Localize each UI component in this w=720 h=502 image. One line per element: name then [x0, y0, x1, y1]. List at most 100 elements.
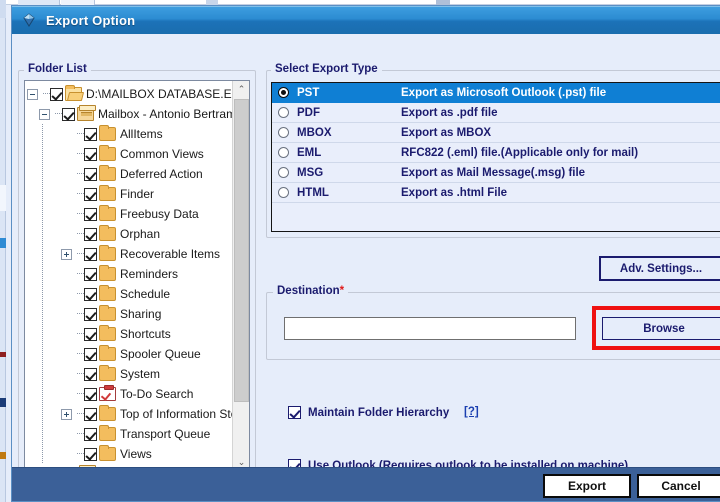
- folder-tree-vertical-scrollbar[interactable]: ⌃ ⌄: [232, 81, 249, 471]
- expand-icon[interactable]: [61, 249, 72, 260]
- tree-guide-dots: [40, 84, 50, 104]
- background-window-edge: [0, 0, 6, 502]
- tree-item[interactable]: Sharing: [27, 304, 234, 324]
- export-type-radio[interactable]: [278, 187, 289, 198]
- tree-item[interactable]: Freebusy Data: [27, 204, 234, 224]
- cancel-button[interactable]: Cancel: [637, 474, 720, 498]
- tree-item[interactable]: Reminders: [27, 264, 234, 284]
- export-option-window: Export Option Folder List D:\MAILBOX DAT…: [11, 5, 720, 502]
- todo-icon: [99, 387, 116, 401]
- scroll-up-icon[interactable]: ⌃: [233, 81, 250, 98]
- tree-item-checkbox[interactable]: [84, 228, 97, 241]
- adv-settings-button[interactable]: Adv. Settings...: [599, 256, 720, 281]
- tree-item-checkbox[interactable]: [84, 148, 97, 161]
- export-button[interactable]: Export: [543, 474, 631, 498]
- tree-item-checkbox[interactable]: [84, 128, 97, 141]
- tree-guide-line: [39, 364, 49, 384]
- tree-item[interactable]: Schedule: [27, 284, 234, 304]
- folder-icon: [99, 267, 116, 281]
- folder-icon: [99, 287, 116, 301]
- collapse-icon[interactable]: [39, 109, 50, 120]
- export-type-row[interactable]: MSGExport as Mail Message(.msg) file: [272, 163, 720, 183]
- tree-item-checkbox[interactable]: [62, 108, 75, 121]
- maintain-folder-hierarchy-checkbox[interactable]: [288, 406, 301, 419]
- tree-item-checkbox[interactable]: [84, 248, 97, 261]
- tree-item[interactable]: To-Do Search: [27, 384, 234, 404]
- export-type-radio[interactable]: [278, 147, 289, 158]
- tree-item-checkbox[interactable]: [84, 408, 97, 421]
- tree-guide-dots: [74, 204, 84, 224]
- tree-item-label: Reminders: [116, 267, 178, 281]
- tree-item-label: D:\MAILBOX DATABASE.EDB: [82, 87, 234, 101]
- export-type-row[interactable]: MBOXExport as MBOX: [272, 123, 720, 143]
- tree-item-checkbox[interactable]: [84, 208, 97, 221]
- folder-tree[interactable]: D:\MAILBOX DATABASE.EDB Mailbox - Antonio…: [25, 81, 234, 471]
- bg-strip-2: [0, 185, 6, 211]
- tree-item[interactable]: Deferred Action: [27, 164, 234, 184]
- export-type-radio[interactable]: [278, 167, 289, 178]
- bg-strip-6: [0, 452, 6, 459]
- tree-item-label: Freebusy Data: [116, 207, 199, 221]
- export-type-radio[interactable]: [278, 127, 289, 138]
- tree-item-checkbox[interactable]: [84, 448, 97, 461]
- tree-item-checkbox[interactable]: [84, 328, 97, 341]
- tree-item[interactable]: Spooler Queue: [27, 344, 234, 364]
- folder-icon: [99, 207, 116, 221]
- export-type-list-filler: [272, 203, 720, 229]
- tree-item-checkbox[interactable]: [84, 348, 97, 361]
- export-type-code: PST: [297, 87, 401, 99]
- tree-item-checkbox[interactable]: [84, 388, 97, 401]
- tree-item-checkbox[interactable]: [84, 168, 97, 181]
- tree-item[interactable]: Finder: [27, 184, 234, 204]
- tree-item-checkbox[interactable]: [84, 428, 97, 441]
- folder-list-legend: Folder List: [24, 63, 91, 75]
- export-type-row[interactable]: EMLRFC822 (.eml) file.(Applicable only f…: [272, 143, 720, 163]
- collapse-icon[interactable]: [27, 89, 38, 100]
- tree-item-checkbox[interactable]: [50, 88, 63, 101]
- tree-item[interactable]: Recoverable Items: [27, 244, 234, 264]
- required-marker: *: [340, 285, 344, 297]
- folder-icon: [99, 367, 116, 381]
- tree-guide-dots: [74, 424, 84, 444]
- export-type-code: HTML: [297, 187, 401, 199]
- tree-item[interactable]: System: [27, 364, 234, 384]
- tree-item[interactable]: AllItems: [27, 124, 234, 144]
- tree-guide-line: [39, 204, 49, 224]
- export-type-row[interactable]: PSTExport as Microsoft Outlook (.pst) fi…: [272, 83, 720, 103]
- vertical-scroll-thumb[interactable]: [234, 99, 249, 402]
- tree-item-checkbox[interactable]: [84, 308, 97, 321]
- tree-item[interactable]: Mailbox - Antonio Bertram: [27, 104, 234, 124]
- tree-guide-line: [39, 304, 49, 324]
- tree-item[interactable]: Common Views: [27, 144, 234, 164]
- tree-item-checkbox[interactable]: [84, 288, 97, 301]
- tree-item-checkbox[interactable]: [84, 268, 97, 281]
- export-type-radio[interactable]: [278, 87, 289, 98]
- export-type-code: MBOX: [297, 127, 401, 139]
- export-type-radio[interactable]: [278, 107, 289, 118]
- tree-item[interactable]: Transport Queue: [27, 424, 234, 444]
- tree-item[interactable]: Top of Information Store: [27, 404, 234, 424]
- tree-item[interactable]: D:\MAILBOX DATABASE.EDB: [27, 84, 234, 104]
- folder-icon: [99, 187, 116, 201]
- browse-button[interactable]: Browse: [602, 317, 720, 340]
- expand-icon[interactable]: [61, 409, 72, 420]
- tree-item-label: Top of Information Store: [116, 407, 234, 421]
- export-type-list[interactable]: PSTExport as Microsoft Outlook (.pst) fi…: [271, 82, 720, 232]
- tree-item-checkbox[interactable]: [84, 188, 97, 201]
- export-type-legend: Select Export Type: [271, 63, 382, 75]
- tree-item[interactable]: Shortcuts: [27, 324, 234, 344]
- tree-item[interactable]: Views: [27, 444, 234, 464]
- tree-item-checkbox[interactable]: [84, 368, 97, 381]
- hierarchy-help-link[interactable]: [?]: [464, 406, 479, 418]
- export-type-row[interactable]: HTMLExport as .html File: [272, 183, 720, 203]
- export-type-row[interactable]: PDFExport as .pdf file: [272, 103, 720, 123]
- tree-item-label: Transport Queue: [116, 427, 210, 441]
- mailbox-icon: [77, 107, 94, 121]
- destination-path-input[interactable]: [284, 317, 576, 340]
- tree-guide-line: [39, 144, 49, 164]
- title-bar[interactable]: Export Option: [12, 6, 720, 34]
- destination-legend: Destination*: [273, 285, 348, 297]
- maintain-folder-hierarchy-option[interactable]: Maintain Folder Hierarchy: [288, 406, 449, 419]
- tree-item[interactable]: Orphan: [27, 224, 234, 244]
- tree-item-label: Recoverable Items: [116, 247, 220, 261]
